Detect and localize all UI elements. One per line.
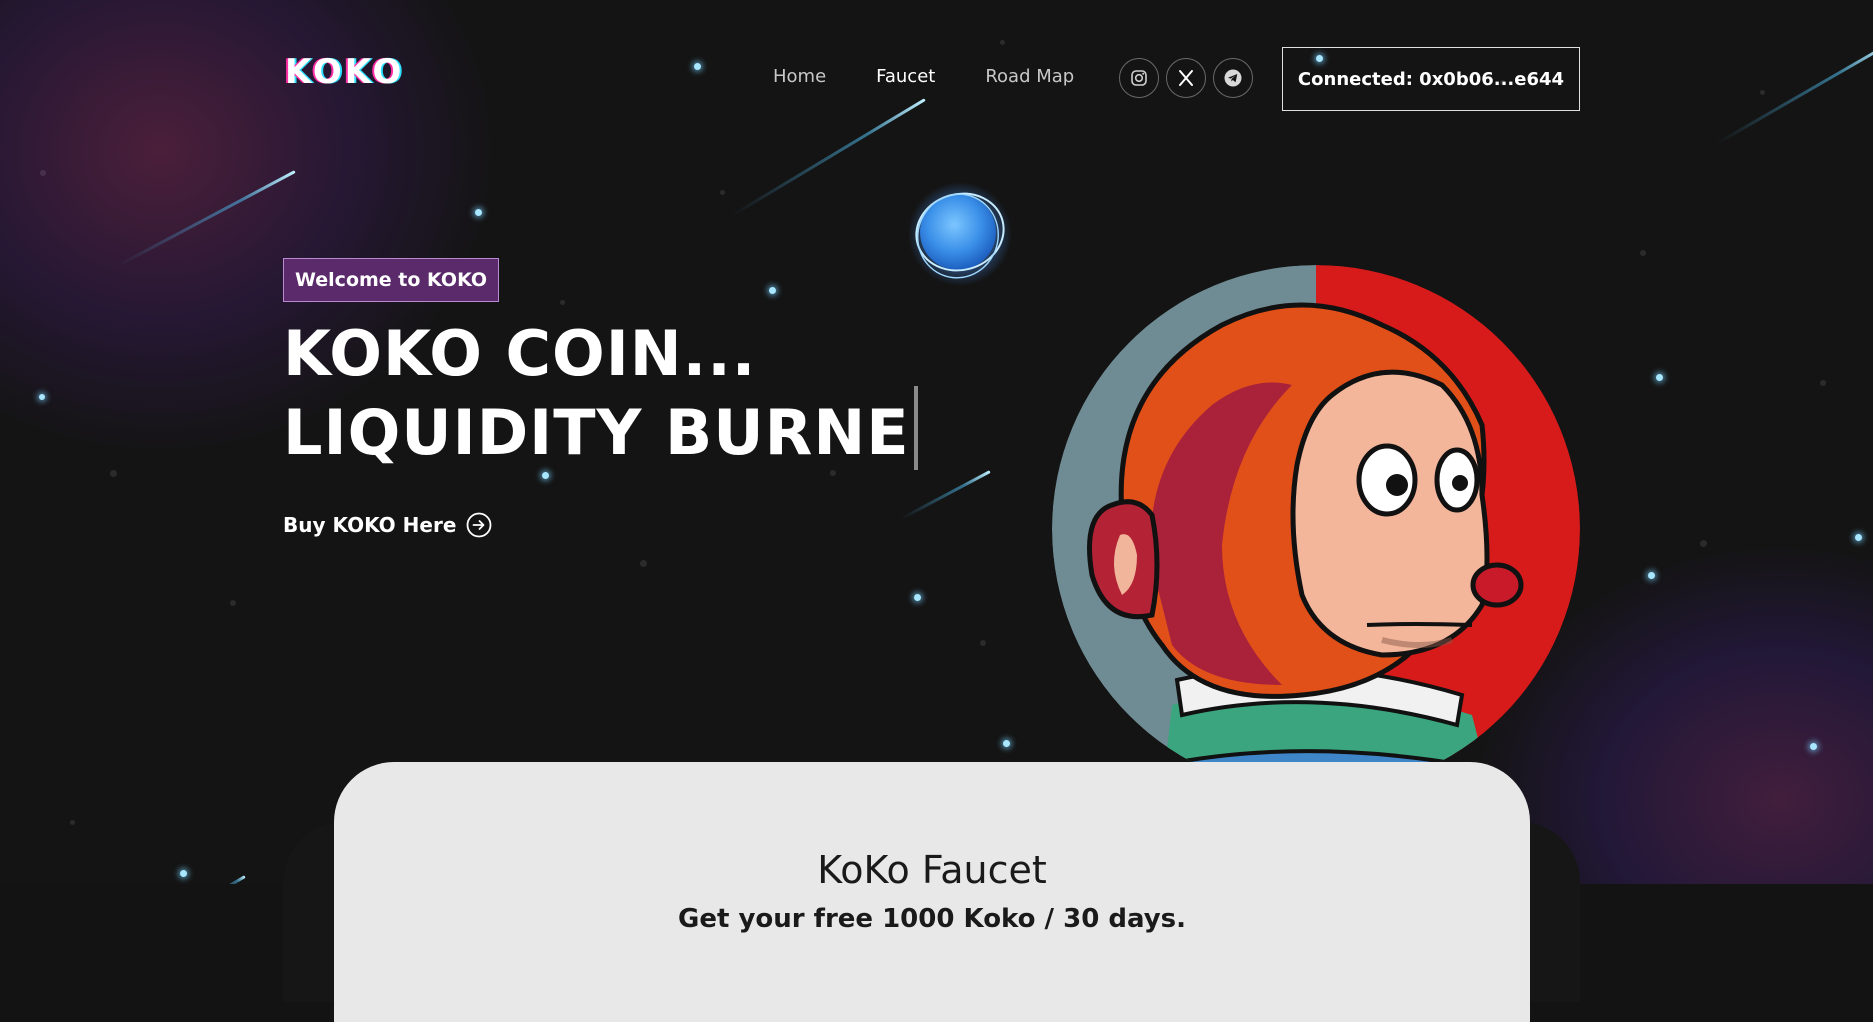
nav-home-link[interactable]: Home [773, 66, 826, 87]
social-links [1119, 58, 1253, 98]
background-star [640, 560, 647, 567]
welcome-badge: Welcome to KOKO [283, 258, 500, 302]
telegram-icon [1224, 69, 1242, 87]
instagram-button[interactable] [1119, 58, 1159, 98]
background-star [70, 820, 75, 825]
background-star [980, 640, 986, 646]
shooting-star [1716, 42, 1873, 145]
star [1648, 572, 1655, 579]
hero-headline: KOKO COIN... LIQUIDITY BURNE [283, 322, 918, 470]
instagram-icon [1131, 70, 1147, 86]
star [39, 394, 45, 400]
background-star [560, 300, 565, 305]
headline-line-2-text: LIQUIDITY BURNE [283, 396, 910, 469]
background-star [720, 190, 725, 195]
background-star [110, 470, 117, 477]
headline-line-1: KOKO COIN... [283, 317, 757, 390]
star [1855, 534, 1862, 541]
background-star [1640, 250, 1646, 256]
x-icon [1179, 70, 1193, 86]
hero-background [0, 0, 1873, 884]
background-star [1000, 40, 1005, 45]
wallet-connected-button[interactable]: Connected: 0x0b06...e644 [1282, 47, 1580, 111]
x-button[interactable] [1166, 58, 1206, 98]
background-star [1760, 90, 1765, 95]
koko-logo[interactable]: KOKO [285, 52, 404, 92]
star [542, 472, 549, 479]
koko-monkey-mascot-image [1052, 265, 1580, 793]
arrow-right-circle-icon [466, 512, 492, 538]
telegram-button[interactable] [1213, 58, 1253, 98]
shooting-star [117, 170, 296, 267]
background-star [1820, 380, 1826, 386]
star [914, 594, 921, 601]
star [694, 63, 701, 70]
star [1656, 374, 1663, 381]
headline-line-2: LIQUIDITY BURNE [283, 386, 918, 470]
faucet-title: KoKo Faucet [817, 848, 1047, 892]
buy-koko-label: Buy KOKO Here [283, 513, 457, 537]
typing-cursor [913, 386, 918, 470]
background-star [830, 470, 836, 476]
background-star [1700, 540, 1707, 547]
main-nav: Home Faucet Road Map [773, 66, 1074, 87]
star [1810, 743, 1817, 750]
star [475, 209, 482, 216]
glowing-planet-image [908, 182, 1012, 286]
buy-koko-link[interactable]: Buy KOKO Here [283, 512, 492, 538]
nav-road-map-link[interactable]: Road Map [985, 66, 1074, 87]
star [1003, 740, 1010, 747]
background-star [40, 170, 46, 176]
shooting-star [218, 875, 246, 884]
faucet-card: KoKo Faucet Get your free 1000 Koko / 30… [334, 762, 1530, 1022]
background-star [230, 600, 236, 606]
faucet-subtitle: Get your free 1000 Koko / 30 days. [677, 904, 1186, 934]
nav-faucet-link[interactable]: Faucet [876, 66, 935, 87]
star [769, 287, 776, 294]
shooting-star [901, 470, 991, 520]
shooting-star [731, 98, 926, 217]
star [180, 870, 187, 877]
